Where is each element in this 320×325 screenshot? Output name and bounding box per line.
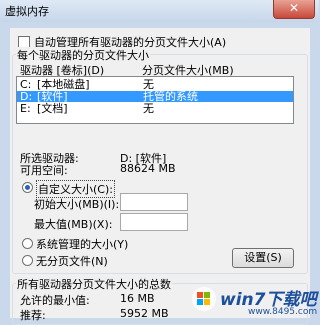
close-icon: ✕	[288, 1, 300, 15]
drive-size: 无	[143, 78, 154, 91]
no-paging-radio[interactable]	[22, 255, 33, 266]
drive-size: 托管的系统	[143, 90, 198, 103]
custom-size-radio[interactable]	[22, 182, 33, 193]
system-managed-radio[interactable]	[22, 238, 33, 249]
recommended-value: 5952 MB	[120, 307, 169, 320]
max-size-input[interactable]	[120, 213, 188, 231]
drive-size: 无	[143, 102, 154, 115]
drive-label: [软件]	[37, 90, 68, 103]
min-allowed-label: 允许的最小值:	[20, 294, 90, 307]
no-paging-label[interactable]: 无分页文件(N)	[36, 253, 108, 269]
initial-size-label: 初始大小(MB)(I):	[34, 198, 120, 211]
totals-group-title: 所有驱动器分页文件大小的总数	[16, 276, 172, 292]
list-item-selected[interactable]: D: [软件] 托管的系统	[17, 91, 293, 102]
drive-letter: C:	[20, 78, 32, 91]
drive-list[interactable]: C: [本地磁盘] 无 D: [软件] 托管的系统 E: [文档] 无	[16, 76, 294, 124]
drive-letter: D:	[20, 90, 33, 103]
title-bar: 虚拟内存 ✕	[0, 0, 319, 22]
list-item[interactable]: C: [本地磁盘] 无	[17, 79, 293, 90]
close-button[interactable]: ✕	[273, 0, 315, 19]
free-space-label: 可用空间:	[20, 164, 68, 177]
watermark-url: www.8495.com	[248, 307, 318, 317]
drive-label: [文档]	[37, 102, 68, 115]
window-title: 虚拟内存	[5, 5, 49, 18]
list-item[interactable]: E: [文档] 无	[17, 103, 293, 114]
initial-size-input[interactable]	[120, 193, 188, 211]
min-allowed-value: 16 MB	[120, 292, 155, 305]
system-managed-label[interactable]: 系统管理的大小(Y)	[36, 236, 128, 252]
set-button[interactable]: 设置(S)	[232, 248, 294, 268]
drive-label: [本地磁盘]	[37, 78, 90, 91]
drives-group-title: 每个驱动器的分页文件大小	[16, 47, 150, 63]
drive-letter: E:	[20, 102, 31, 115]
virtual-memory-panel: 自动管理所有驱动器的分页文件大小(A) 每个驱动器的分页文件大小 驱动器 [卷标…	[10, 28, 310, 325]
max-size-label: 最大值(MB)(X):	[34, 218, 113, 231]
free-space-value: 88624 MB	[120, 162, 176, 175]
watermark-logo: win7下载吧 www.8495.com	[188, 282, 319, 321]
